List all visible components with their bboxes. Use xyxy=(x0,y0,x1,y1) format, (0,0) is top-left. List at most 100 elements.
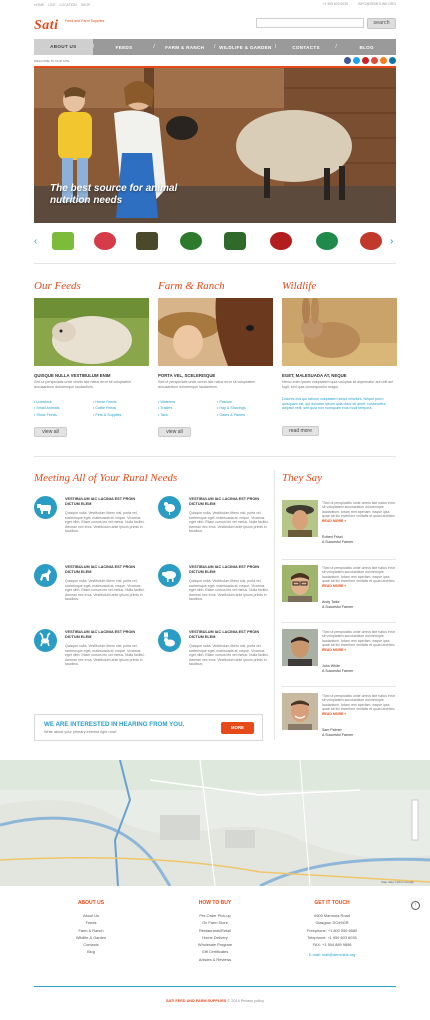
testimonial: "Sed ut perspiciatis unde omnis iste nat… xyxy=(282,693,396,753)
footer-buy-links: Pre-Order Pick-up On Farm Store Restaura… xyxy=(165,912,265,963)
footer-contact: #900 Marmora Road Glasgow, DO49GR Freeph… xyxy=(282,912,382,959)
hero-caption: The best source for animal nutrition nee… xyxy=(50,183,178,206)
nav-feeds[interactable]: FEEDS xyxy=(95,45,154,50)
top-link-home[interactable]: HOME xyxy=(34,3,44,7)
map-attribution: Map data ©2014 Google xyxy=(381,880,414,884)
linkedin-icon[interactable] xyxy=(389,57,396,64)
avatar xyxy=(282,693,318,730)
top-link-shop[interactable]: SHOP xyxy=(81,3,91,7)
read-more-link[interactable]: READ MORE » xyxy=(322,584,346,588)
farm-ranch-image[interactable] xyxy=(158,298,273,366)
testimonial-author: John White A Succesful Farmer xyxy=(322,664,354,673)
rabbit-icon xyxy=(158,629,181,652)
list-item[interactable]: Gates & Panels xyxy=(217,412,246,418)
footer-link[interactable]: Articles & Reviews xyxy=(165,956,265,963)
service-item: VESTIBULUM IAC LACINIA EST PROIN DICTUM … xyxy=(158,496,273,558)
read-more-link[interactable]: READ MORE » xyxy=(322,648,346,652)
twitter-icon[interactable] xyxy=(353,57,360,64)
footer-email[interactable]: E-mail: mail@demolink.org xyxy=(282,951,382,958)
farm-ranch-title: PORTA VEL, SCELERISQUE xyxy=(158,373,216,378)
footer-touch-title: GET IT TOUCH xyxy=(314,900,350,906)
footer-link[interactable]: Pre-Order Pick-up xyxy=(165,912,265,919)
rss-icon[interactable] xyxy=(380,57,387,64)
footer-link[interactable]: Blog xyxy=(41,948,141,955)
footer-link[interactable]: Contacts xyxy=(41,941,141,948)
top-link-location[interactable]: LOCATION xyxy=(60,3,77,7)
top-links: HOME LIVE LOCATION SHOP xyxy=(34,3,90,7)
wildlife-image[interactable] xyxy=(282,298,397,366)
avatar xyxy=(282,565,318,602)
footer-link[interactable]: Home Delivery xyxy=(165,934,265,941)
wildlife-heading: Wildlife xyxy=(282,280,317,292)
avatar xyxy=(282,500,318,537)
footer-link[interactable]: On Farm Store xyxy=(165,919,265,926)
read-more-link[interactable]: READ MORE » xyxy=(322,712,346,716)
read-more-link[interactable]: READ MORE » xyxy=(322,519,346,523)
feeds-heading: Our Feeds xyxy=(34,280,81,292)
feeds-image[interactable] xyxy=(34,298,149,366)
feeds-title: QUISQUE NULLA VESTIBULUM ENIM xyxy=(34,373,111,378)
list-item[interactable]: Tack xyxy=(158,412,175,418)
pinterest-icon[interactable] xyxy=(362,57,369,64)
search-button[interactable]: search xyxy=(367,18,396,29)
partner-logo[interactable] xyxy=(52,232,74,250)
nav-contacts[interactable]: CONTACTS xyxy=(277,45,336,50)
banner-subtitle: Write about your primary interest right … xyxy=(44,730,117,734)
footer-link[interactable]: Gift Certificates xyxy=(165,948,265,955)
list-item[interactable]: Pets & Supplies xyxy=(93,412,121,418)
footer-link[interactable]: About Us xyxy=(41,912,141,919)
footer-about-title: ABOUT US xyxy=(77,900,105,906)
footer-link[interactable]: Wholesale Program xyxy=(165,941,265,948)
testimonial-author: Robert Frisct A Succesful Farmer xyxy=(322,535,354,544)
banner-title: WE ARE INTERESTED IN HEARING FROM YOU. xyxy=(44,721,185,728)
partner-logo[interactable] xyxy=(224,232,246,250)
list-item[interactable]: Hay & Shavings xyxy=(217,405,245,411)
footer-link[interactable]: Feeds xyxy=(41,919,141,926)
testimonial-quote: "Sed ut perspiciatis unde omnis iste nat… xyxy=(322,566,396,588)
top-email[interactable]: INFO@DEMOLINK.ORG xyxy=(358,2,396,6)
copyright-text[interactable]: © 2014 Privacy policy xyxy=(227,999,264,1003)
footer-divider xyxy=(34,986,396,987)
top-link-live[interactable]: LIVE xyxy=(48,3,55,7)
testimonial-quote: "Sed ut perspiciatis unde omnis iste nat… xyxy=(322,630,396,652)
nav-blog[interactable]: BLOG xyxy=(337,45,396,50)
partner-logo[interactable] xyxy=(316,232,338,250)
partner-logo[interactable] xyxy=(94,232,116,250)
partner-logo[interactable] xyxy=(270,232,292,250)
social-links xyxy=(344,57,396,64)
service-title: VESTIBULUM IAC LACINIA EST PROIN DICTUM … xyxy=(65,497,136,507)
wildlife-text-2: Dolores eos qui ratione voluptatem sequi… xyxy=(282,397,387,411)
footer-link[interactable]: Wildlife & Garden xyxy=(41,934,141,941)
nav-farm-ranch[interactable]: FARM & RANCH xyxy=(155,45,214,50)
service-text: Quisque nulla. Vestibulum libero nisl, p… xyxy=(189,644,269,667)
google-plus-icon[interactable] xyxy=(371,57,378,64)
wildlife-text: Nemo enim ipsam voluptatem quia voluptas… xyxy=(282,380,394,389)
footer-link[interactable]: Farm & Ranch xyxy=(41,927,141,934)
footer-link[interactable]: Restaurants/Retail xyxy=(165,927,265,934)
footer-fax: FAX: +1 504 889 9898 xyxy=(312,942,352,948)
list-item[interactable]: Small Animals xyxy=(34,405,59,411)
footer-city: Glasgow, DO49GR xyxy=(315,920,349,926)
back-to-top-icon[interactable]: ↑ xyxy=(411,901,420,910)
chicken-icon xyxy=(158,496,181,519)
nav-about-us[interactable]: ABOUT US xyxy=(34,39,93,55)
location-map[interactable]: Map data ©2014 Google xyxy=(0,760,430,886)
top-phone: +1 959 603 6035 xyxy=(322,2,349,6)
partner-logo[interactable] xyxy=(360,232,382,250)
facebook-icon[interactable] xyxy=(344,57,351,64)
nav-wildlife-garden[interactable]: WILDLIFE & GARDEN xyxy=(216,45,275,50)
wildlife-read-more-button[interactable]: read more xyxy=(282,426,319,436)
cow-icon xyxy=(34,496,57,519)
hero-slider[interactable]: The best source for animal nutrition nee… xyxy=(34,66,396,223)
partner-logo[interactable] xyxy=(136,232,158,250)
banner-more-button[interactable]: MORE xyxy=(221,722,254,734)
site-logo[interactable]: Sati Feed and Farm Supplies xyxy=(34,16,144,33)
divider xyxy=(34,456,396,457)
farm-ranch-heading: Farm & Ranch xyxy=(158,280,225,292)
list-item[interactable]: Show Feeds xyxy=(34,412,59,418)
search-input[interactable] xyxy=(256,18,364,28)
partner-logo[interactable] xyxy=(180,232,202,250)
farm-list-a: Waterers Trailers Tack xyxy=(158,399,175,418)
feeds-view-all-button[interactable]: view all xyxy=(34,427,67,437)
farm-view-all-button[interactable]: view all xyxy=(158,427,191,437)
